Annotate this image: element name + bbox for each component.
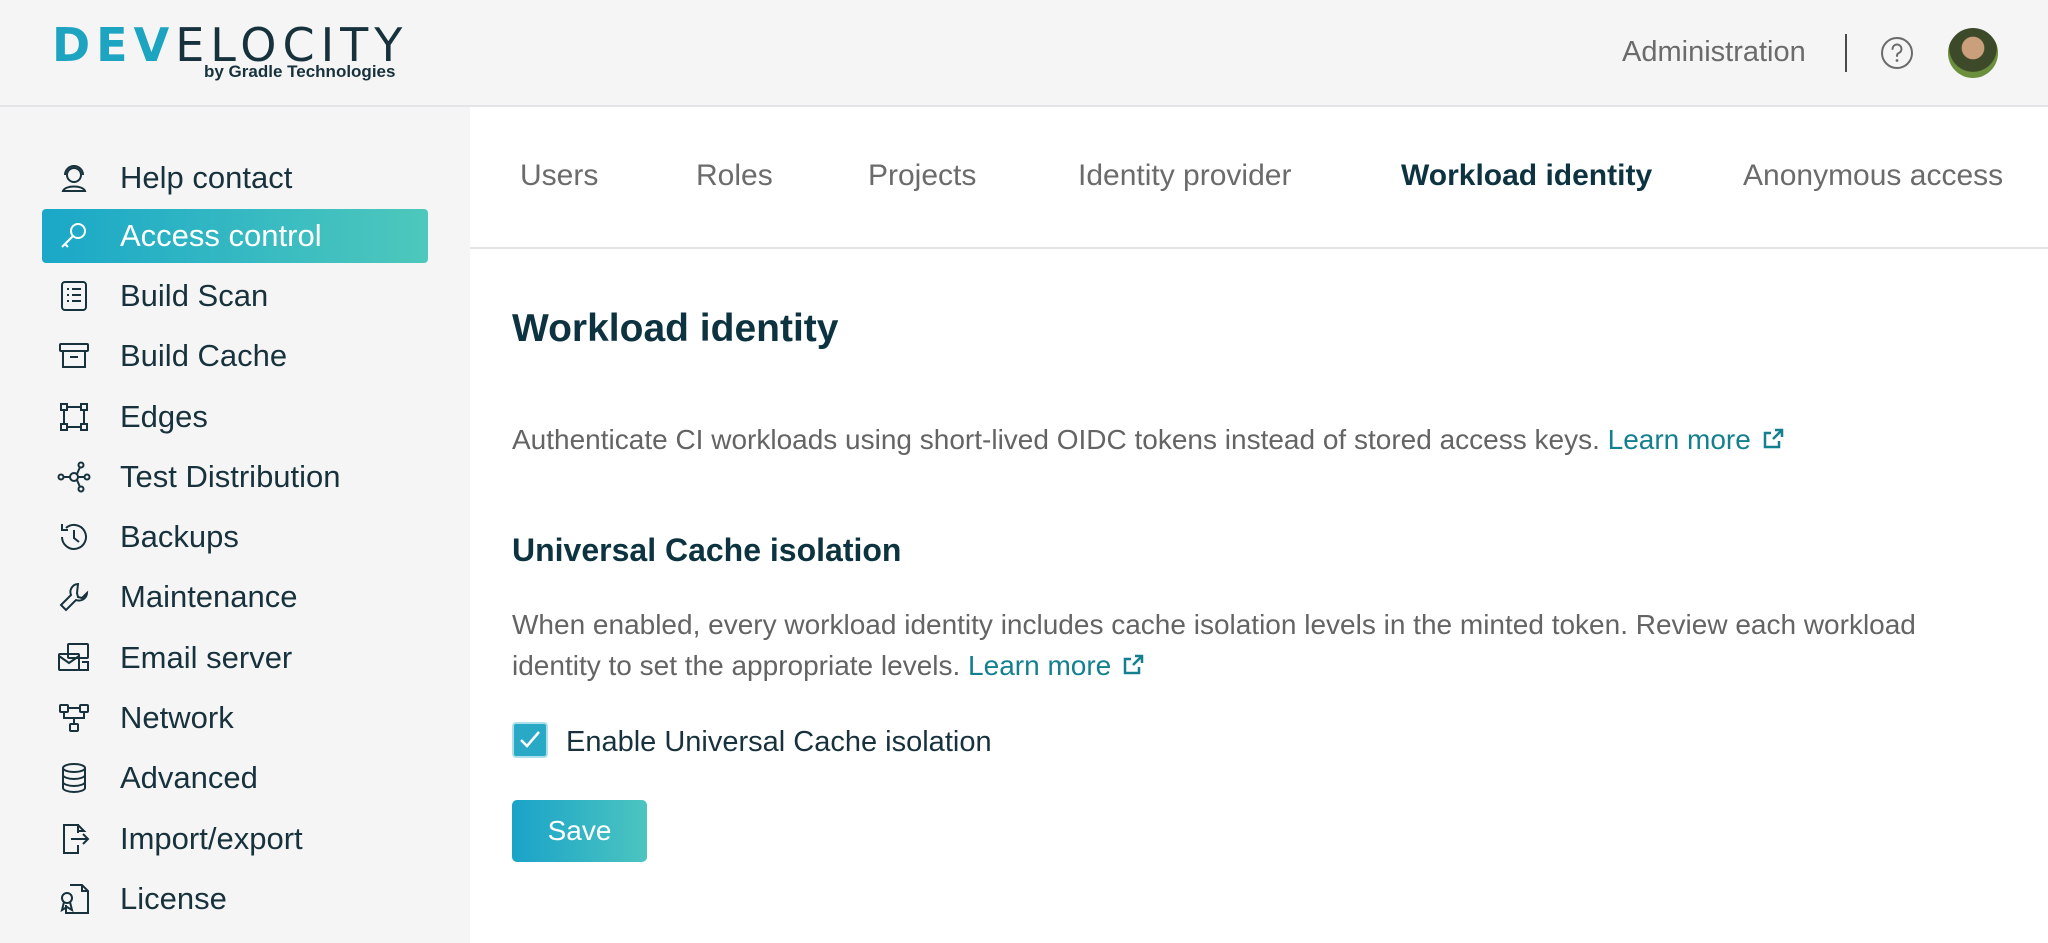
save-button[interactable]: Save (512, 800, 647, 862)
sidebar-item-label: Network (120, 700, 234, 735)
checkmark-icon (520, 731, 540, 748)
sidebar-item-help-contact[interactable]: Help contact (42, 151, 428, 205)
sidebar-item-label: Edges (120, 399, 208, 434)
sidebar-item-label: License (120, 881, 227, 916)
edges-icon (60, 403, 88, 431)
email-server-icon (58, 643, 89, 671)
sidebar-item-access-control[interactable]: Access control (42, 209, 428, 263)
distribution-icon (57, 461, 91, 493)
history-icon (61, 523, 87, 550)
sidebar-item-maintenance[interactable]: Maintenance (42, 570, 428, 624)
external-link-icon (1123, 654, 1144, 675)
page-title: Workload identity (512, 307, 839, 350)
wrench-icon (59, 582, 89, 612)
logo-subtitle: by Gradle Technologies (204, 62, 396, 81)
learn-more-label: Learn more (1607, 424, 1751, 455)
top-bar: DEVELOCITY by Gradle Technologies Admini… (0, 0, 2048, 107)
logo-dev: DEV (52, 18, 176, 72)
sidebar-item-label: Advanced (120, 760, 258, 795)
description-text: Authenticate CI workloads using short-li… (512, 424, 1600, 455)
sidebar-item-label: Maintenance (120, 579, 298, 614)
sidebar-item-import-export[interactable]: Import/export (42, 812, 428, 866)
sidebar-item-email-server[interactable]: Email server (42, 631, 428, 685)
list-icon (61, 281, 87, 311)
help-contact-icon (61, 165, 87, 192)
export-icon (63, 824, 90, 854)
admin-tabs: Users Roles Projects Identity provider W… (470, 107, 2048, 249)
cache-isolation-checkbox-label[interactable]: Enable Universal Cache isolation (566, 726, 992, 759)
develocity-logo[interactable]: DEVELOCITY by Gradle Technologies (52, 22, 402, 84)
user-avatar[interactable] (1948, 28, 1998, 78)
sidebar-item-label: Test Distribution (120, 459, 341, 494)
sidebar-item-label: Email server (120, 640, 293, 675)
tab-identity-provider[interactable]: Identity provider (1078, 159, 1291, 193)
external-link-icon (1763, 428, 1784, 449)
section-title: Universal Cache isolation (512, 532, 902, 568)
sidebar-item-license[interactable]: License (42, 872, 428, 926)
header-divider (1845, 34, 1847, 72)
learn-more-link[interactable]: Learn more (1608, 424, 1785, 455)
cache-isolation-checkbox[interactable] (512, 722, 548, 758)
learn-more-label: Learn more (968, 650, 1112, 681)
tab-projects[interactable]: Projects (868, 159, 976, 193)
tab-users[interactable]: Users (520, 159, 598, 193)
section-description: When enabled, every workload identity in… (512, 604, 2002, 686)
sidebar-item-label: Build Cache (120, 338, 288, 373)
sidebar-item-build-cache[interactable]: Build Cache (42, 329, 428, 383)
tab-anonymous-access[interactable]: Anonymous access (1743, 159, 2003, 193)
sidebar: Help contact Access control Build Scan B… (0, 107, 470, 943)
key-icon (61, 223, 86, 248)
sidebar-item-build-scan[interactable]: Build Scan (42, 269, 428, 323)
sidebar-item-edges[interactable]: Edges (42, 390, 428, 444)
sidebar-item-label: Access control (120, 218, 322, 253)
database-icon (62, 763, 86, 794)
sidebar-item-advanced[interactable]: Advanced (42, 751, 428, 805)
administration-link[interactable]: Administration (1622, 36, 1806, 69)
page-description: Authenticate CI workloads using short-li… (512, 424, 1785, 456)
sidebar-item-label: Build Scan (120, 278, 269, 313)
section-description-text: When enabled, every workload identity in… (512, 609, 1916, 681)
help-icon[interactable] (1880, 36, 1914, 70)
section-learn-more-link[interactable]: Learn more (968, 650, 1145, 681)
license-icon (60, 884, 89, 914)
sidebar-item-label: Help contact (120, 160, 293, 195)
sidebar-item-test-distribution[interactable]: Test Distribution (42, 450, 428, 504)
network-icon (59, 704, 89, 732)
sidebar-item-network[interactable]: Network (42, 691, 428, 745)
tab-roles[interactable]: Roles (696, 159, 773, 193)
archive-icon (59, 343, 89, 368)
sidebar-item-backups[interactable]: Backups (42, 510, 428, 564)
sidebar-item-label: Backups (120, 519, 239, 554)
sidebar-item-label: Import/export (120, 821, 303, 856)
tab-workload-identity[interactable]: Workload identity (1401, 159, 1652, 193)
